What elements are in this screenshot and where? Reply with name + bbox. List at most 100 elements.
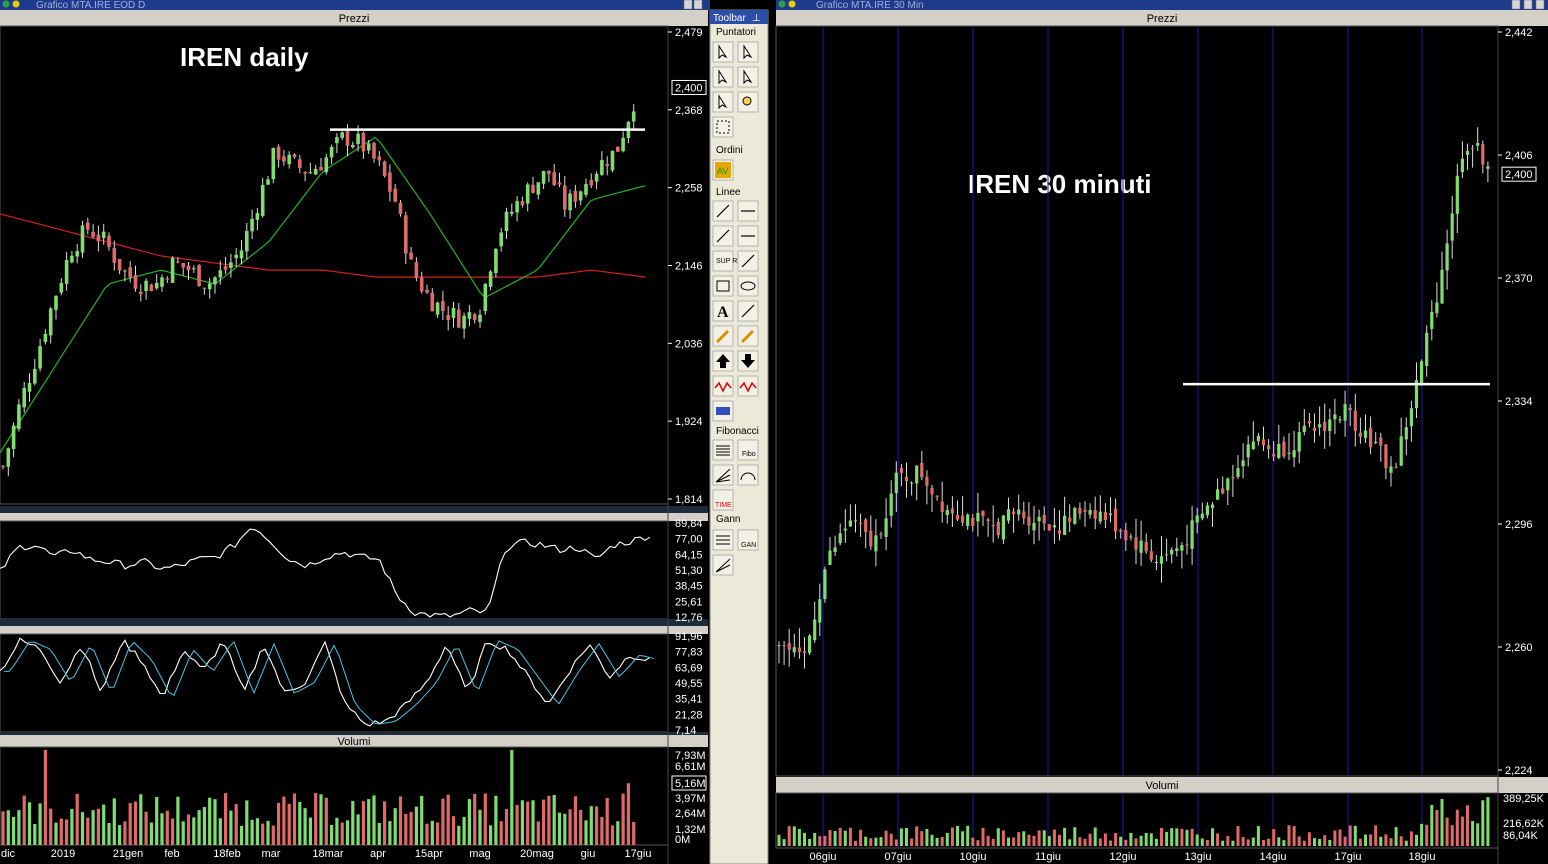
volume-bar xyxy=(377,822,381,845)
candle-body xyxy=(823,569,827,600)
volume-bar xyxy=(245,800,249,845)
candle-body xyxy=(1108,513,1113,516)
y-tick-label: 35,41 xyxy=(675,694,703,706)
candle-body xyxy=(1369,427,1373,448)
volume-bar xyxy=(1149,833,1153,846)
candle-body xyxy=(1328,419,1332,431)
candle-body xyxy=(874,535,878,552)
close-button[interactable] xyxy=(1535,0,1545,10)
candle-body xyxy=(541,171,546,184)
toolbar-button[interactable] xyxy=(737,464,759,486)
maximize-button[interactable] xyxy=(1523,0,1533,10)
volume-bar xyxy=(139,794,143,845)
volume-bar xyxy=(197,810,201,845)
y-tick-label: 2,442 xyxy=(1505,27,1533,39)
volume-bar xyxy=(75,793,79,845)
candle-body xyxy=(419,277,424,292)
candle-body xyxy=(1210,504,1215,509)
candle-body xyxy=(828,550,832,565)
volume-bar xyxy=(33,824,37,845)
candle-body xyxy=(1129,536,1133,538)
candle-body xyxy=(991,525,995,527)
candle-body xyxy=(981,510,985,517)
volume-bar xyxy=(1333,830,1337,846)
candle-body xyxy=(144,280,148,292)
volume-bar xyxy=(1292,826,1296,846)
volume-bar xyxy=(160,813,164,845)
candle-body xyxy=(186,265,191,271)
volume-bar xyxy=(884,830,888,846)
volume-bar xyxy=(149,822,153,845)
toolbar-section-label: Puntatori xyxy=(716,27,756,38)
y-tick-label: 2,146 xyxy=(675,261,703,273)
volume-bar xyxy=(292,793,297,845)
volume-bar xyxy=(1256,826,1260,846)
candle-body xyxy=(160,277,164,287)
volume-bar xyxy=(372,795,376,845)
candle-body xyxy=(536,182,541,195)
chart-stage: Grafico MTA.IRE EOD D Prezzi Volumi IREN… xyxy=(0,0,1548,864)
volume-bar xyxy=(1226,836,1230,846)
candle-body xyxy=(1236,468,1240,478)
volume-bar xyxy=(271,825,275,845)
candle-body xyxy=(107,235,111,247)
volume-bar xyxy=(1037,830,1041,846)
candle-body xyxy=(1017,509,1021,515)
candle-body xyxy=(792,647,796,653)
toolbar-button[interactable] xyxy=(712,275,734,297)
volume-bar xyxy=(107,823,111,845)
minimize-button[interactable] xyxy=(683,0,693,10)
volume-bar xyxy=(1323,835,1327,846)
volume-bar xyxy=(250,819,254,845)
toolbar-button[interactable] xyxy=(712,116,734,138)
candle-body xyxy=(245,230,249,252)
toolbar-button[interactable] xyxy=(712,439,734,461)
volume-bar xyxy=(1195,834,1199,846)
y-tick-label: 25,61 xyxy=(675,596,703,608)
volume-bar xyxy=(208,797,212,845)
volume-bar xyxy=(6,810,10,845)
volume-bar xyxy=(12,816,16,845)
x-tick-label: 10giu xyxy=(960,851,987,863)
candle-body xyxy=(833,547,837,553)
x-tick-label: 2019 xyxy=(51,848,75,860)
volume-bar xyxy=(1068,839,1072,846)
volume-bar xyxy=(1425,824,1429,846)
candle-body xyxy=(165,278,170,280)
candle-body xyxy=(605,164,609,167)
candle-body xyxy=(149,284,154,292)
toolbar-panel xyxy=(709,9,769,864)
candle-body xyxy=(1170,549,1174,555)
volume-bar xyxy=(584,820,588,845)
osc2-header xyxy=(0,626,708,634)
candle-body xyxy=(1261,439,1266,446)
candle-body xyxy=(1287,452,1291,454)
volume-bar xyxy=(308,817,312,845)
candle-body xyxy=(398,202,403,215)
candle-body xyxy=(234,254,238,259)
volume-bar xyxy=(65,819,69,845)
volume-bar xyxy=(950,827,954,846)
volume-bar xyxy=(1058,834,1061,846)
volume-bar xyxy=(961,831,965,846)
volume-bar xyxy=(324,797,328,845)
toolbar-title: Toolbar xyxy=(713,13,746,24)
volume-bar xyxy=(462,816,466,845)
candle-body xyxy=(192,268,196,270)
panel-divider xyxy=(0,506,708,513)
candle-body xyxy=(802,651,807,653)
volume-bar xyxy=(1185,829,1189,846)
volume-bar xyxy=(213,799,217,845)
status-icon xyxy=(788,0,796,8)
candle-body xyxy=(777,645,781,647)
volume-bar xyxy=(59,818,63,845)
candle-body xyxy=(17,404,21,430)
maximize-button[interactable] xyxy=(693,0,703,10)
candle-body xyxy=(414,262,419,278)
candle-body xyxy=(1231,477,1235,479)
minimize-button[interactable] xyxy=(1511,0,1521,10)
pin-icon[interactable]: ⊥ xyxy=(752,13,761,24)
candle-body xyxy=(229,262,233,268)
candle-body xyxy=(971,517,975,526)
volume-bar xyxy=(430,820,434,845)
